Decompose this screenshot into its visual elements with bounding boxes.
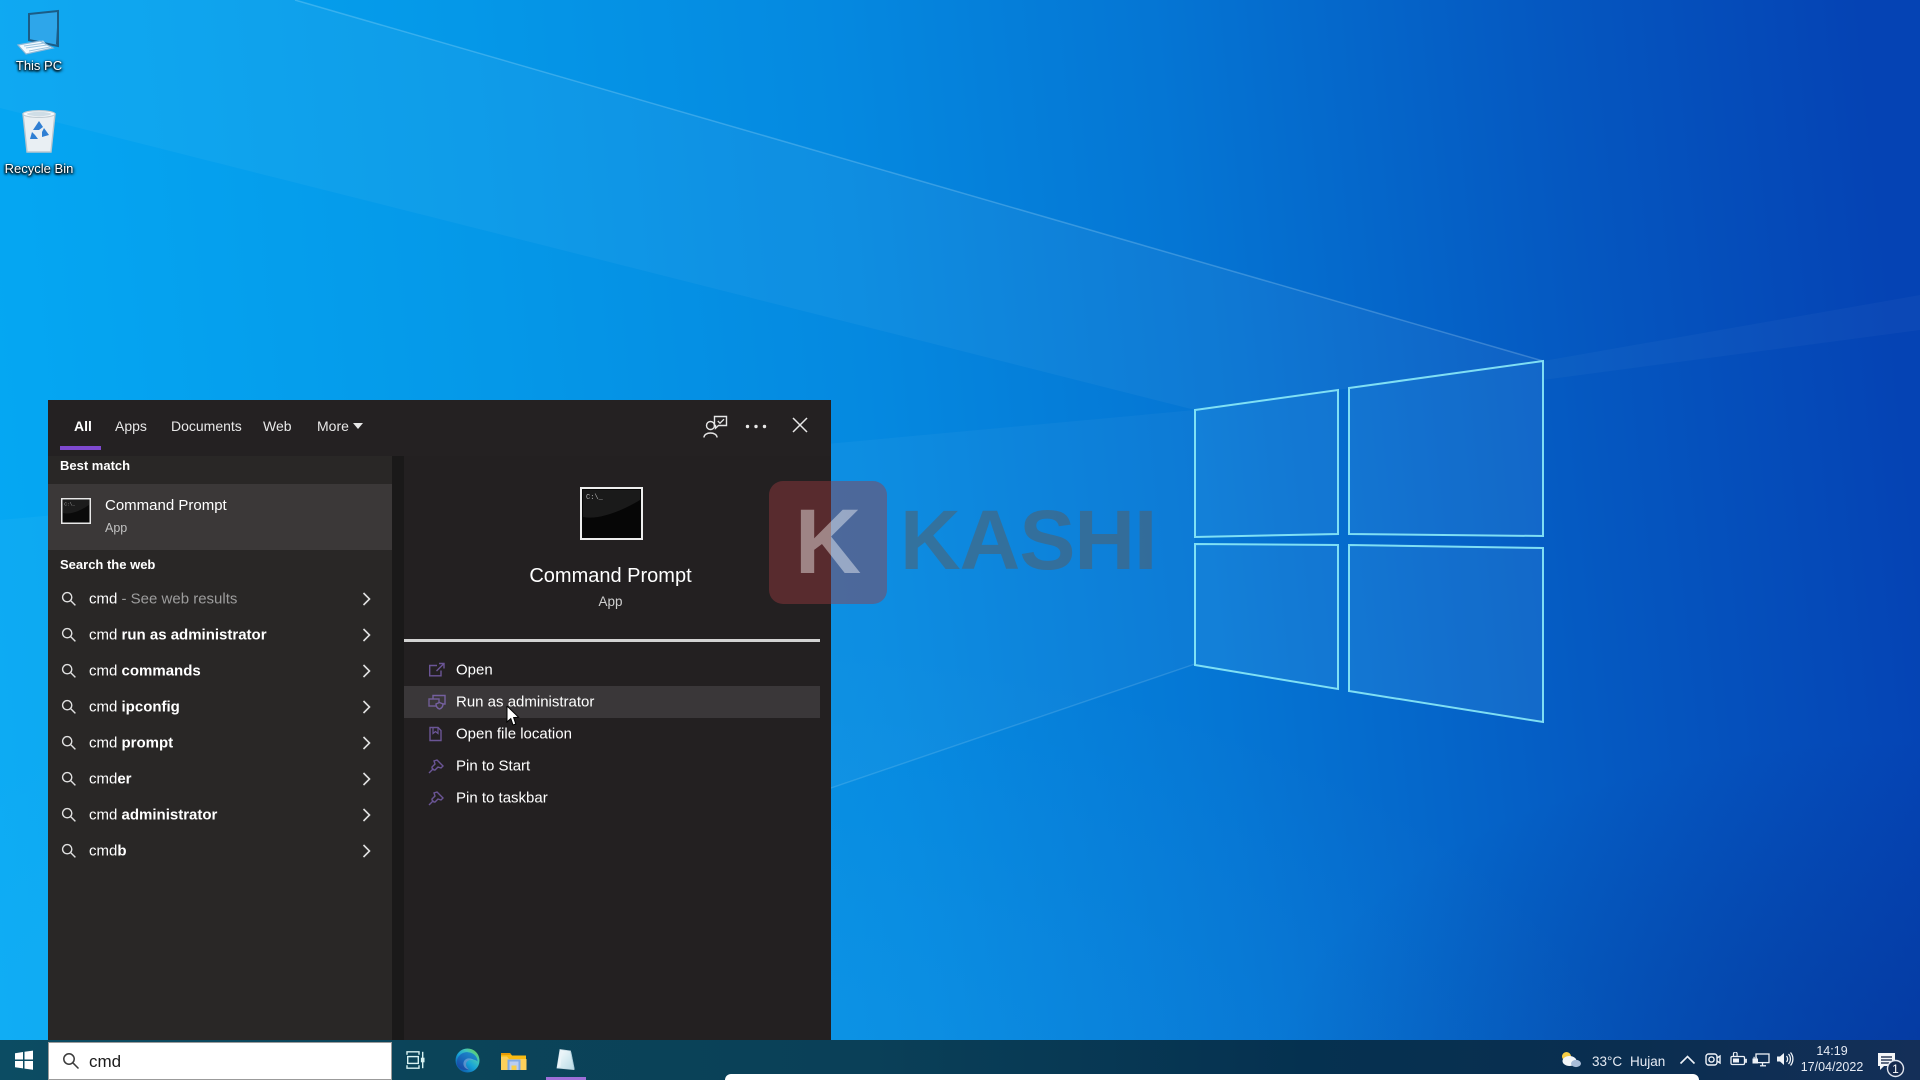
svg-text:C:\_: C:\_ <box>586 494 604 502</box>
svg-text:1: 1 <box>1892 1062 1899 1076</box>
svg-text:C:\_: C:\_ <box>64 502 75 508</box>
